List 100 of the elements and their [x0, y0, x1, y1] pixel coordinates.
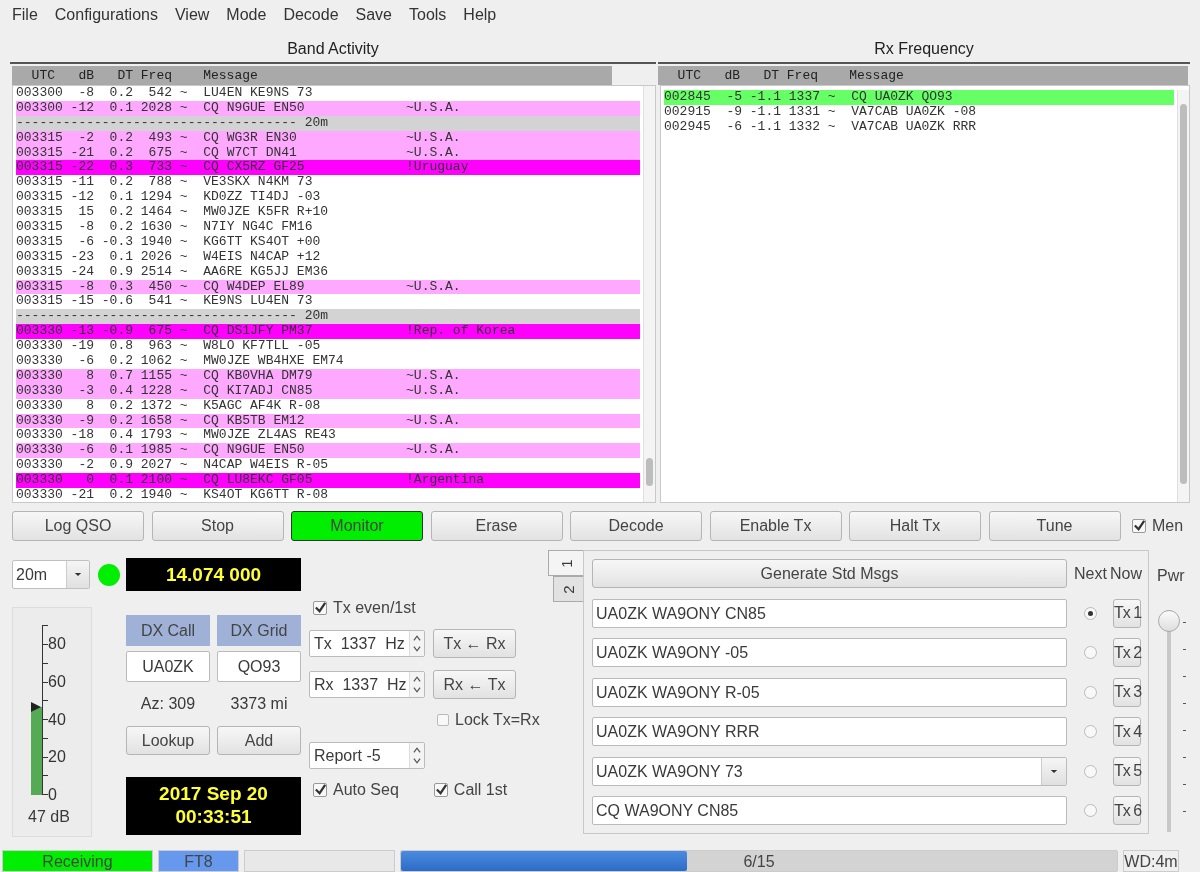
tx-button[interactable]: Tx 6: [1113, 796, 1141, 825]
action-button[interactable]: Monitor: [291, 511, 423, 541]
tab[interactable]: 1: [548, 550, 583, 576]
action-button[interactable]: Enable Tx: [709, 511, 842, 541]
column-header[interactable]: Freq: [786, 66, 818, 85]
message-field[interactable]: UA0ZK WA9ONY CN85: [592, 598, 1067, 628]
lookup-button[interactable]: Lookup: [126, 726, 210, 755]
checkbox[interactable]: [433, 783, 448, 797]
tx-button[interactable]: Tx 2: [1113, 638, 1141, 667]
menu-item[interactable]: Mode: [226, 6, 267, 24]
signal-reading: 47 dB: [27, 808, 71, 826]
action-button[interactable]: Halt Tx: [849, 511, 981, 541]
band-dropdown[interactable]: 20m: [12, 560, 90, 589]
action-button[interactable]: Erase: [430, 511, 563, 541]
tx-button[interactable]: Tx 3: [1113, 677, 1141, 707]
tx-from-rx-button[interactable]: Tx ← Rx: [433, 629, 516, 658]
tx-button[interactable]: Tx 4: [1113, 717, 1141, 746]
call-field[interactable]: UA0ZK: [126, 651, 210, 682]
column-header[interactable]: DT: [763, 66, 779, 85]
spin-arrows-icon: [409, 672, 424, 697]
tab[interactable]: 2: [553, 576, 583, 602]
decode-line[interactable]: 003315 -15 -0.6 541 ~ KE9NS LU4EN 73: [16, 294, 640, 310]
menu-item[interactable]: Save: [355, 6, 392, 24]
message-field[interactable]: UA0ZK WA9ONY RRR: [592, 717, 1067, 746]
tick-label: 20: [48, 749, 66, 766]
decode-line[interactable]: 003330 -18 0.4 1793 ~ MW0JZE ZL4AS RE43: [16, 428, 640, 444]
decode-line[interactable]: 002945 -6 -1.1 1332 ~ VA7CAB UA0ZK RRR: [664, 119, 1174, 135]
scrollbar[interactable]: [643, 86, 655, 502]
decode-line[interactable]: 003315 -6 -0.3 1940 ~ KG6TT KS4OT +00: [16, 234, 640, 250]
rx-from-tx-button[interactable]: Rx ← Tx: [433, 670, 516, 699]
decode-line[interactable]: 003315 -24 0.9 2514 ~ AA6RE KG5JJ EM36: [16, 264, 640, 280]
menu-item[interactable]: File: [12, 6, 38, 24]
radio-button[interactable]: [1083, 646, 1097, 659]
column-header[interactable]: Message: [203, 66, 258, 85]
message-field[interactable]: UA0ZK WA9ONY -05: [592, 638, 1067, 667]
column-header[interactable]: UTC: [31, 66, 55, 85]
spin-box[interactable]: Rx 1337 Hz: [309, 671, 425, 698]
azimuth-text: Az: 309: [139, 694, 197, 714]
radio-button[interactable]: [1083, 804, 1097, 817]
message-field[interactable]: CQ WA9ONY CN85: [592, 796, 1067, 825]
checkbox-label[interactable]: Lock Tx=Rx: [455, 711, 540, 729]
spin-box[interactable]: Report -5: [309, 742, 425, 769]
decode-line[interactable]: 003315 15 0.2 1464 ~ MW0JZE K5FR R+10: [16, 205, 640, 220]
menu-item[interactable]: Decode: [283, 6, 339, 24]
radio-button[interactable]: [1083, 764, 1097, 778]
panel-title: Band Activity: [286, 39, 380, 59]
checkbox[interactable]: [313, 783, 327, 797]
add-button[interactable]: Add: [217, 726, 301, 755]
radio-button[interactable]: [1083, 685, 1097, 699]
checkbox-label[interactable]: Men: [1152, 517, 1184, 535]
column-header[interactable]: dB: [78, 66, 94, 85]
scrollbar[interactable]: [1177, 90, 1189, 502]
watchdog-text: WD:4m: [1123, 850, 1179, 872]
spin-arrows-icon: [409, 631, 424, 656]
column-header[interactable]: UTC: [677, 66, 701, 85]
progress-text: 6/15: [743, 853, 775, 870]
message-dropdown[interactable]: UA0ZK WA9ONY 73: [592, 756, 1067, 786]
decode-line[interactable]: 003330 -19 0.8 963 ~ W8LO KF7TLL -05: [16, 339, 640, 355]
date-text: 2017 Sep 20: [158, 782, 269, 805]
menu-item[interactable]: View: [174, 6, 210, 24]
decode-line[interactable]: 002915 -9 -1.1 1331 ~ VA7CAB UA0ZK -08: [664, 104, 1174, 120]
action-button[interactable]: Log QSO: [12, 511, 144, 541]
decode-line[interactable]: 003330 -21 0.2 1940 ~ KS4OT KG6TT R-08: [16, 488, 640, 502]
decode-line[interactable]: 003300 -8 0.2 542 ~ LU4EN KE9NS 73: [16, 86, 640, 101]
menu-item[interactable]: Configurations: [54, 6, 158, 24]
field-label: DX Call: [126, 615, 210, 646]
radio-button[interactable]: [1083, 606, 1097, 620]
column-header[interactable]: Freq: [140, 66, 172, 85]
tx-button[interactable]: Tx 5: [1113, 756, 1141, 786]
column-header[interactable]: Message: [849, 66, 904, 85]
checkbox[interactable]: [1132, 519, 1146, 533]
decode-line[interactable]: 003330 8 0.2 1372 ~ K5AGC AF4K R-08: [16, 398, 640, 414]
checkbox[interactable]: [313, 601, 327, 615]
decode-line[interactable]: 003315 -11 0.2 788 ~ VE3SKX N4KM 73: [16, 175, 640, 191]
spin-box[interactable]: Tx 1337 Hz: [309, 630, 425, 657]
decode-line[interactable]: 003330 -6 0.2 1062 ~ MW0JZE WB4HXE EM74: [16, 354, 640, 369]
generate-button[interactable]: Generate Std Msgs: [592, 559, 1067, 588]
message-field[interactable]: UA0ZK WA9ONY R-05: [592, 677, 1067, 707]
checkbox[interactable]: [437, 714, 449, 726]
status-text: Receiving: [2, 850, 153, 872]
column-header[interactable]: DT: [117, 66, 133, 85]
tick-label: 80: [48, 636, 66, 652]
checkbox-label[interactable]: Auto Seq: [333, 781, 399, 799]
menu-item[interactable]: Tools: [409, 6, 447, 24]
radio-button[interactable]: [1083, 725, 1097, 738]
tx-button[interactable]: Tx 1: [1113, 598, 1141, 628]
menu-item[interactable]: Help: [463, 6, 497, 24]
caret-icon: [74, 572, 82, 577]
checkbox-label[interactable]: Call 1st: [453, 781, 508, 799]
checkbox-label[interactable]: Tx even/1st: [333, 599, 416, 617]
action-button[interactable]: Tune: [988, 511, 1121, 541]
action-button[interactable]: Stop: [151, 511, 284, 541]
action-button[interactable]: Decode: [570, 511, 702, 541]
grid-field[interactable]: QO93: [217, 651, 301, 682]
decode-line[interactable]: 003330 -2 0.9 2027 ~ N4CAP W4EIS R-05: [16, 458, 640, 474]
decode-line[interactable]: 003315 -8 0.2 1630 ~ N7IY NG4C FM16: [16, 220, 640, 235]
column-header[interactable]: dB: [724, 66, 740, 85]
decode-line[interactable]: 003315 -23 0.1 2026 ~ W4EIS N4CAP +12: [16, 249, 640, 265]
decode-line[interactable]: 003315 -12 0.1 1294 ~ KD0ZZ TI4DJ -03: [16, 190, 640, 206]
slider-handle[interactable]: [1158, 610, 1180, 632]
